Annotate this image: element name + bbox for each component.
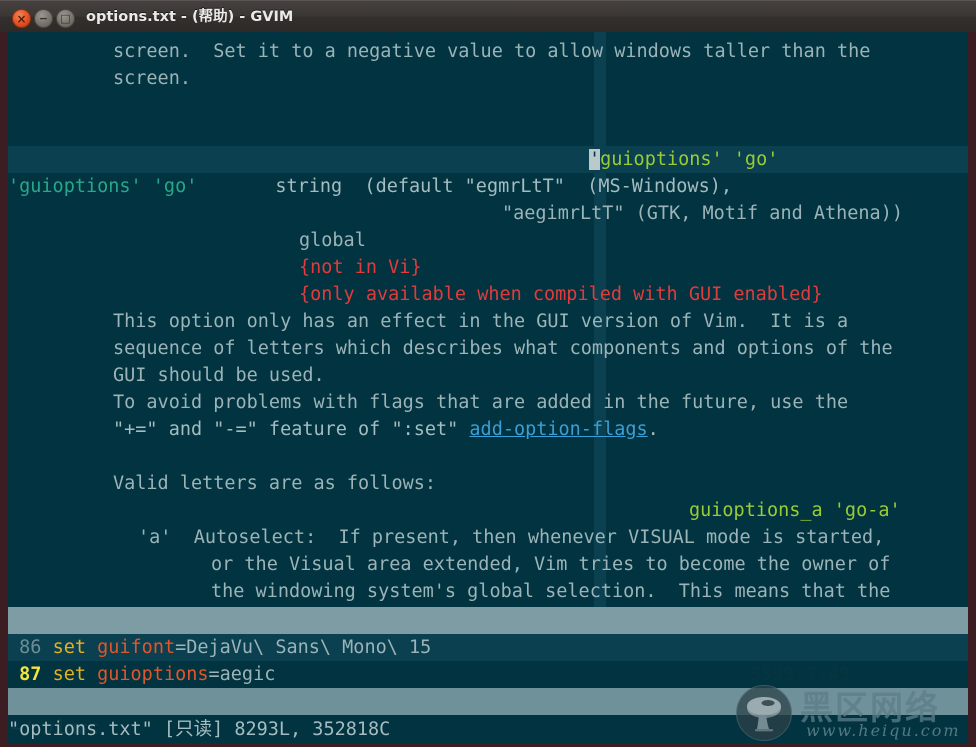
text-line: Valid letters are as follows: bbox=[113, 473, 437, 494]
text-line: sequence of letters which describes what… bbox=[113, 338, 893, 359]
command-line[interactable]: "options.txt" [只读] 8293L, 352818C bbox=[8, 716, 968, 743]
help-tag-guioptions[interactable]: 'guioptions' 'go' bbox=[589, 146, 778, 173]
text-line: or the Visual area extended, Vim tries t… bbox=[211, 554, 891, 575]
vim-screen[interactable]: screen. Set it to a negative value to al… bbox=[8, 32, 968, 743]
text-line: screen. bbox=[113, 68, 191, 89]
text-line-with-link: "+=" and "-=" feature of ":set" add-opti… bbox=[113, 419, 659, 440]
help-link-add-option-flags[interactable]: add-option-flags bbox=[469, 419, 647, 440]
text-line: "aegimrLtT" (GTK, Motif and Athena)) bbox=[502, 203, 903, 224]
text-line: GUI should be used. bbox=[113, 365, 325, 386]
vim-client-area: screen. Set it to a negative value to al… bbox=[0, 32, 976, 747]
vimrc-row-86: 86 set guifont=DejaVu\ Sans\ Mono\ 15 bbox=[8, 637, 432, 658]
text-cursor: ' bbox=[589, 149, 601, 170]
statusline-vimrc[interactable]: ~/.vimrc 87,1 底端 bbox=[8, 688, 968, 739]
text-line: This option only has an effect in the GU… bbox=[113, 311, 849, 332]
title-bar[interactable]: × − □ options.txt - (帮助) - GVIM bbox=[0, 0, 976, 32]
text-line: the windowing system's global selection.… bbox=[211, 581, 891, 602]
text-line: 'a' Autoselect: If present, then wheneve… bbox=[138, 527, 885, 548]
statusline-position: 3599,7-49 bbox=[750, 664, 851, 685]
gvim-window: × − □ options.txt - (帮助) - GVIM screen. … bbox=[0, 0, 976, 747]
window-controls: × − □ bbox=[12, 9, 75, 28]
cursor-line bbox=[8, 146, 968, 173]
line-number-87: 87 bbox=[8, 664, 53, 685]
help-tag-guioptions-a[interactable]: guioptions_a 'go-a' bbox=[689, 497, 901, 524]
text-line: To avoid problems with flags that are ad… bbox=[113, 392, 849, 413]
minimize-button[interactable]: − bbox=[34, 9, 53, 28]
text-line: screen. Set it to a negative value to al… bbox=[113, 41, 871, 62]
maximize-button[interactable]: □ bbox=[56, 9, 75, 28]
not-in-vi-line: {not in Vi} bbox=[299, 257, 422, 278]
line-number-86: 86 bbox=[8, 637, 53, 658]
window-title: options.txt - (帮助) - GVIM bbox=[86, 9, 294, 25]
scope-line: global bbox=[299, 230, 366, 251]
vimrc-row-87: 87 set guioptions=aegic bbox=[8, 664, 276, 685]
gui-only-line: {only available when compiled with GUI e… bbox=[299, 284, 823, 305]
option-definition-line: 'guioptions' 'go' string (default "egmrL… bbox=[8, 176, 732, 197]
statusline-options[interactable]: options.txt [帮助][只读] 3599,7-49 43% bbox=[8, 607, 968, 712]
close-button[interactable]: × bbox=[12, 9, 31, 28]
